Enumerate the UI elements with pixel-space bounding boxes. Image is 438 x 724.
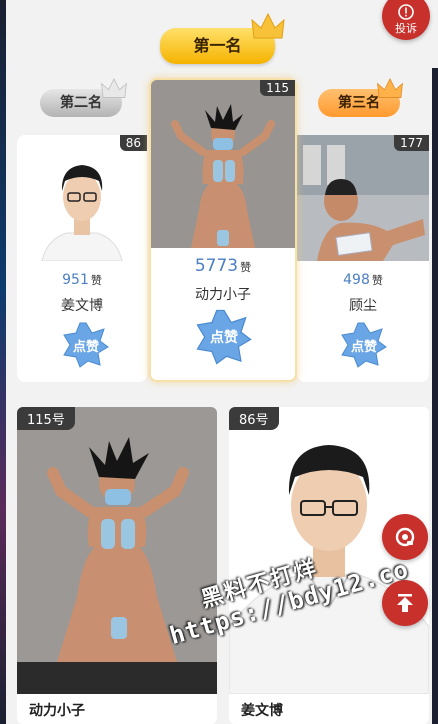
silver-crown-icon	[101, 78, 127, 98]
like-button[interactable]: 点赞	[62, 321, 110, 369]
entry-card[interactable]: 115号 动力小子	[17, 407, 217, 724]
entry-number-tag: 86	[119, 135, 147, 151]
contestant-photo[interactable]	[17, 407, 217, 694]
entry-number-tag: 86号	[229, 407, 279, 430]
contestant-photo[interactable]	[37, 143, 127, 261]
vote-count: 498 赞	[343, 272, 383, 288]
contestant-name: 动力小子	[29, 703, 85, 719]
contestant-photo[interactable]	[151, 80, 295, 248]
contestant-name: 顾尘	[349, 298, 377, 314]
gold-crown-icon	[251, 12, 285, 39]
contestant-name: 动力小子	[195, 287, 251, 303]
contestant-photo[interactable]	[297, 135, 429, 261]
podium-card-first[interactable]: 115 5773 赞 动力小子 点赞	[149, 78, 297, 382]
contestant-name: 姜文博	[61, 298, 103, 314]
report-label: 投诉	[395, 22, 417, 35]
arrow-up-icon	[397, 594, 413, 612]
podium-card-second[interactable]: 86 951 赞 姜文博 点赞	[17, 135, 147, 382]
entry-number-tag: 115	[260, 80, 295, 96]
podium-card-third[interactable]: 177 498 赞 顾尘 点赞	[297, 135, 429, 382]
like-button[interactable]: 点赞	[195, 308, 253, 366]
report-button[interactable]: 投诉	[382, 0, 430, 40]
entry-number-tag: 115号	[17, 407, 75, 430]
vote-count: 951 赞	[62, 272, 102, 288]
vote-count: 5773 赞	[194, 256, 252, 276]
entry-number-tag: 177	[394, 135, 429, 151]
like-button[interactable]: 点赞	[340, 321, 388, 369]
background-strip-left	[0, 0, 6, 724]
bronze-crown-icon	[377, 78, 403, 98]
alert-icon	[398, 4, 414, 20]
background-strip-right	[432, 68, 438, 724]
contestant-name: 姜文博	[241, 703, 283, 719]
